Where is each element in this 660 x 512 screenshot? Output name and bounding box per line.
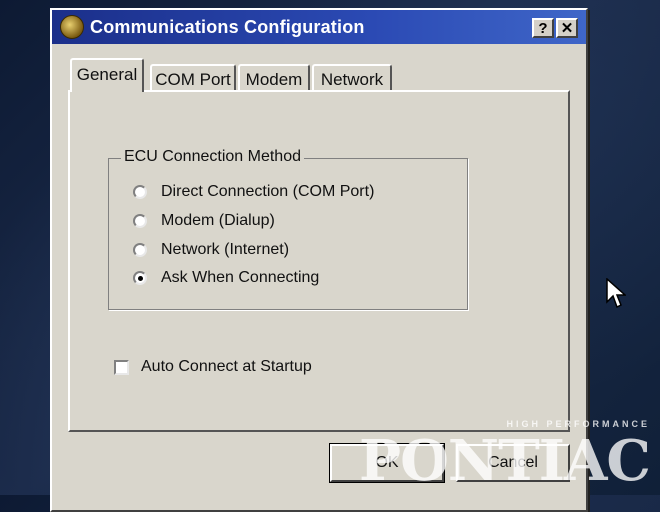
radio-button[interactable] <box>133 214 147 228</box>
radio-label: Ask When Connecting <box>161 269 320 286</box>
auto-connect-checkbox[interactable] <box>114 359 129 375</box>
radio-direct-connection[interactable]: Direct Connection (COM Port) <box>133 183 374 201</box>
radio-button[interactable] <box>133 185 147 199</box>
radio-button-selected[interactable] <box>133 271 147 285</box>
mouse-pointer-icon <box>606 278 626 309</box>
tab-general[interactable]: General <box>70 58 144 92</box>
radio-label: Network (Internet) <box>161 241 290 258</box>
radio-button[interactable] <box>133 243 147 257</box>
radio-label: Direct Connection (COM Port) <box>161 183 375 200</box>
magazine-watermark: HIGH PERFORMANCE PONTIAC <box>359 419 656 495</box>
window-title: Communications Configuration <box>90 16 365 37</box>
radio-label: Modem (Dialup) <box>161 212 275 229</box>
radio-ask-when-connecting[interactable]: Ask When Connecting <box>133 269 319 287</box>
radio-modem[interactable]: Modem (Dialup) <box>133 212 275 230</box>
auto-connect-label: Auto Connect at Startup <box>141 358 312 375</box>
app-icon <box>60 15 84 39</box>
tab-network[interactable]: Network <box>312 64 392 92</box>
close-button[interactable]: ✕ <box>556 18 578 38</box>
ecu-connection-method-group: ECU Connection Method Direct Connection … <box>108 148 468 310</box>
help-button[interactable]: ? <box>532 18 554 38</box>
title-bar[interactable]: Communications Configuration ? ✕ <box>52 10 586 44</box>
radio-network[interactable]: Network (Internet) <box>133 241 289 259</box>
tab-modem[interactable]: Modem <box>238 64 310 92</box>
group-legend: ECU Connection Method <box>121 148 304 166</box>
title-buttons: ? ✕ <box>532 18 578 38</box>
tab-com-port[interactable]: COM Port <box>150 64 236 92</box>
auto-connect-checkbox-row[interactable]: Auto Connect at Startup <box>114 358 312 376</box>
watermark-brand: PONTIAC <box>359 428 651 494</box>
